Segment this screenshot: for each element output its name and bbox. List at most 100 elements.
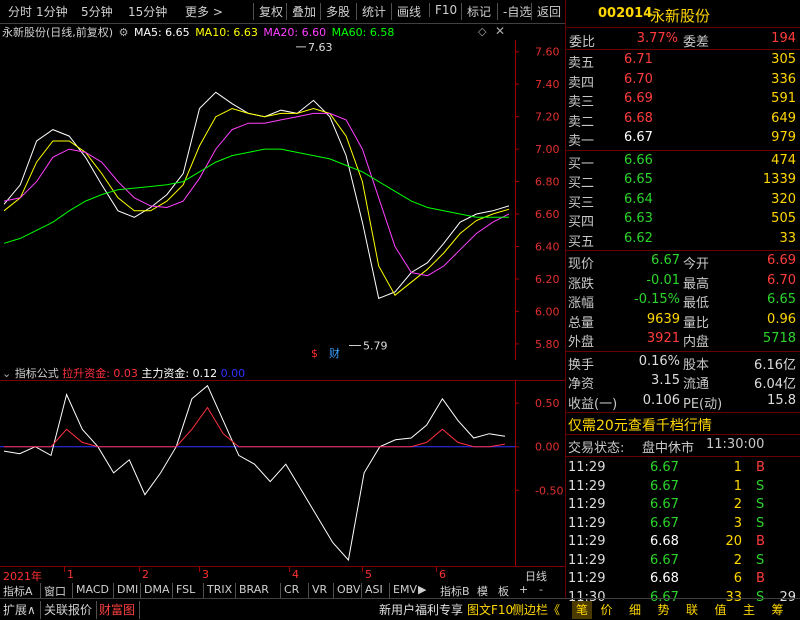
toolbar-watchlist-button[interactable]: -自选 xyxy=(497,3,531,20)
price-axis-label: 7.60 xyxy=(535,46,560,59)
toolbar-back-button[interactable]: 返回 xyxy=(531,3,561,20)
detail-tab[interactable]: 势 xyxy=(658,601,670,619)
buy-level-row: 买二 6.65 1339 xyxy=(566,171,800,191)
indicator-tab[interactable]: ASI xyxy=(361,583,383,598)
indicator-tab[interactable]: VR xyxy=(308,583,327,598)
tick-direction: S xyxy=(756,478,765,494)
tick-row: 11:29 6.67 3 S xyxy=(566,515,800,534)
tick-row: 11:29 6.67 1 S xyxy=(566,478,800,497)
stat-label: 涨幅 xyxy=(568,296,595,311)
tick-volume: 2 xyxy=(733,552,742,568)
indicator-tab[interactable]: MACD xyxy=(72,583,109,598)
bottom-left-tab[interactable]: 财富图 xyxy=(99,601,141,619)
sell-level-volume: 979 xyxy=(771,130,796,145)
toolbar-mark-button[interactable]: 标记 xyxy=(461,3,491,20)
period-toolbar: 分时 1分钟 5分钟 15分钟 更多 > 复权 叠加 多股 统计 画线 F10 标记 -自选 返回 xyxy=(0,0,565,24)
tabs-arrow-icon[interactable]: ▶ xyxy=(418,583,426,596)
quote-stat-row: 涨幅 -0.15% 最低 6.65 xyxy=(566,291,800,311)
indicator-tab[interactable]: DMI xyxy=(113,583,138,598)
stock-code: 002014 xyxy=(598,6,653,21)
indicator-tab[interactable]: 窗口 xyxy=(40,583,66,598)
detail-tab[interactable]: 筹 xyxy=(772,601,784,619)
lift-fund-label: 拉升资金: 0.03 xyxy=(62,367,138,380)
divider xyxy=(566,149,800,151)
toolbar-period-5min[interactable]: 5分钟 xyxy=(81,3,113,20)
bottom-left-tab[interactable]: 扩展∧ xyxy=(3,601,41,619)
chart-options-icon[interactable]: ◇ xyxy=(478,25,486,38)
tick-time: 11:29 xyxy=(568,478,606,494)
toolbar-period-1min[interactable]: 1分钟 xyxy=(36,3,68,20)
tick-time: 11:29 xyxy=(568,552,606,568)
divider xyxy=(566,250,800,251)
indicator-axis-label: 0.50 xyxy=(535,397,560,410)
collapse-icon[interactable]: ⌄ xyxy=(2,367,11,380)
weibi-label: 委比 xyxy=(569,35,596,50)
indicator-tab[interactable]: 指标A xyxy=(3,583,33,598)
buy-level-row: 买五 6.62 33 xyxy=(566,230,800,250)
indicator-tab[interactable]: CR xyxy=(280,583,299,598)
stat-label: 总量 xyxy=(568,315,595,331)
bottom-mid-link[interactable]: 新用户福利专享 xyxy=(379,601,463,619)
toolbar-draw-button[interactable]: 画线 xyxy=(391,3,421,20)
bottom-mid-link[interactable]: 图文F10 xyxy=(467,601,513,619)
indicator-tab[interactable]: - xyxy=(539,583,543,598)
tick-time: 11:29 xyxy=(568,515,606,531)
stat-label: 现价 xyxy=(568,257,595,272)
price-axis-label: 7.00 xyxy=(535,143,560,156)
bottom-left-tab[interactable]: 关联报价 xyxy=(44,601,98,619)
toolbar-f10-button[interactable]: F10 xyxy=(429,3,457,17)
divider xyxy=(566,412,800,413)
indicator-tab[interactable]: OBV xyxy=(333,583,360,598)
tick-time: 11:29 xyxy=(568,460,606,475)
tick-volume: 1 xyxy=(733,460,742,475)
sell-level-row: 卖二 6.68 649 xyxy=(566,110,800,130)
stat-label: 今开 xyxy=(683,257,710,272)
detail-tab[interactable]: 联 xyxy=(686,601,698,619)
indicator-chart[interactable]: 0.50 0.00 -0.50 xyxy=(0,380,565,566)
indicator-tab[interactable]: 板 xyxy=(498,583,509,598)
indicator-tab[interactable]: 指标B xyxy=(440,583,470,598)
toolbar-period-15min[interactable]: 15分钟 xyxy=(128,3,167,20)
stat-value: 9639 xyxy=(646,311,680,327)
dividend-marker[interactable]: $ xyxy=(311,347,318,360)
indicator-tab[interactable]: + xyxy=(519,583,528,598)
price-axis-label: 6.00 xyxy=(535,305,560,318)
detail-tab[interactable]: 价 xyxy=(601,601,613,619)
sell-level-row: 卖一 6.67 979 xyxy=(566,129,800,149)
indicator-tab[interactable]: FSL xyxy=(172,583,195,598)
toolbar-overlay-button[interactable]: 叠加 xyxy=(286,3,316,20)
finance-marker[interactable]: 财 xyxy=(329,346,340,360)
stat-value: 6.69 xyxy=(767,253,796,268)
indicator-tab[interactable]: DMA xyxy=(140,583,170,598)
bottom-mid-link[interactable]: 侧边栏《 xyxy=(512,601,560,619)
promo-link[interactable]: 仅需20元查看千档行情 xyxy=(568,415,712,435)
buy-level-price: 6.63 xyxy=(624,211,653,226)
indicator-tab[interactable]: TRIX xyxy=(203,583,232,598)
chart-close-icon[interactable]: ✕ xyxy=(495,24,505,38)
settings-icon[interactable]: ⚙ xyxy=(119,26,129,39)
ma60-label: MA60: 6.58 xyxy=(331,26,395,39)
detail-tab[interactable]: 主 xyxy=(743,601,755,619)
tick-price: 6.67 xyxy=(650,552,679,568)
tick-volume: 3 xyxy=(733,515,742,531)
toolbar-stats-button[interactable]: 统计 xyxy=(356,3,386,20)
indicator-tab[interactable]: EMV xyxy=(389,583,417,598)
toolbar-period-fenshi[interactable]: 分时 xyxy=(8,3,32,20)
month-tick xyxy=(64,567,65,572)
stat-value: 3.15 xyxy=(651,373,680,388)
toolbar-period-more[interactable]: 更多 > xyxy=(185,3,223,20)
detail-tab[interactable]: 值 xyxy=(715,601,727,619)
toolbar-fuquan-button[interactable]: 复权 xyxy=(253,3,283,20)
toolbar-multi-stock-button[interactable]: 多股 xyxy=(320,3,350,20)
indicator-tab[interactable]: BRAR xyxy=(235,583,269,598)
trade-status: 盘中休市 xyxy=(642,441,695,456)
buy-level-volume: 33 xyxy=(779,230,796,246)
stat-value: 3921 xyxy=(646,331,680,346)
stat-label: 涨跌 xyxy=(568,276,595,292)
detail-tab[interactable]: 细 xyxy=(629,601,641,619)
fundamental-row: 净资 3.15 流通 6.04亿 xyxy=(566,372,800,392)
price-chart[interactable]: 7.60 7.40 7.20 7.00 6.80 6.60 6.40 6.20 6.00 5.80… xyxy=(0,40,565,360)
detail-tab[interactable]: 笔 xyxy=(572,601,593,619)
tick-direction: B xyxy=(756,460,765,475)
indicator-tab[interactable]: 模 xyxy=(477,583,488,598)
